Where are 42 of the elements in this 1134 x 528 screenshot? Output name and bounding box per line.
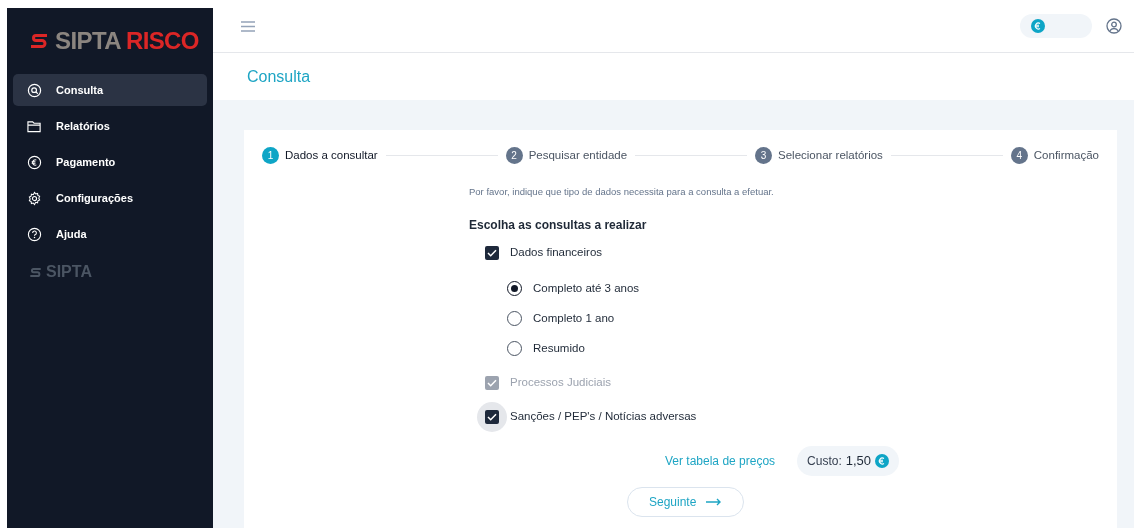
step-label: Selecionar relatórios: [778, 148, 883, 163]
logo-icon: [29, 31, 49, 51]
logo-product-text: RISCO: [125, 26, 199, 56]
option-label: Resumido: [533, 340, 585, 356]
option-label: Sanções / PEP's / Notícias adversas: [510, 408, 697, 424]
checkbox[interactable]: [485, 409, 499, 424]
nav-item[interactable]: Ajuda: [13, 218, 207, 250]
footer-logo-text: SIPTA: [46, 262, 92, 282]
section-title: Escolha as consultas a realizar: [469, 216, 648, 234]
help-icon: [27, 226, 42, 242]
step-number: 3: [755, 147, 772, 165]
step-label: Confirmação: [1033, 148, 1099, 163]
page-title: Consulta: [247, 66, 311, 87]
menu-icon[interactable]: [241, 20, 255, 32]
step-label: Pesquisar entidade: [528, 148, 628, 163]
balance-pill[interactable]: [1020, 14, 1092, 38]
option-label: Completo 1 ano: [533, 310, 615, 326]
step-number: 4: [1010, 147, 1028, 165]
euro-icon: [1031, 19, 1045, 33]
cost-value: 1,50: [845, 451, 872, 470]
folder-icon: [27, 118, 42, 134]
cost-label: Custo:: [807, 452, 842, 470]
nav-item[interactable]: Configurações: [13, 182, 207, 214]
step-label: Dados a consultar: [285, 148, 378, 163]
option-label: Processos Judiciais: [510, 374, 611, 390]
user-icon[interactable]: [1106, 18, 1122, 34]
step-number: 2: [505, 147, 523, 165]
nav-item[interactable]: Relatórios: [13, 110, 207, 142]
nav-item[interactable]: Consulta: [13, 74, 207, 106]
settings-icon: [27, 190, 42, 206]
option-label: Completo até 3 anos: [533, 280, 640, 296]
arrow-right-icon: [706, 497, 723, 506]
nav-item[interactable]: Pagamento: [13, 146, 207, 178]
option-label: Dados financeiros: [510, 244, 603, 260]
euro-icon: [27, 154, 42, 170]
step-number: 1: [262, 147, 279, 165]
instruction-text: Por favor, indique que tipo de dados necessita para a consulta a efetuar.: [469, 185, 775, 200]
logo-icon: [29, 265, 42, 279]
checkbox[interactable]: [485, 245, 499, 260]
euro-icon: [875, 453, 890, 468]
logo-brand-text: SIPTA: [55, 26, 121, 56]
search-icon: [27, 82, 42, 98]
